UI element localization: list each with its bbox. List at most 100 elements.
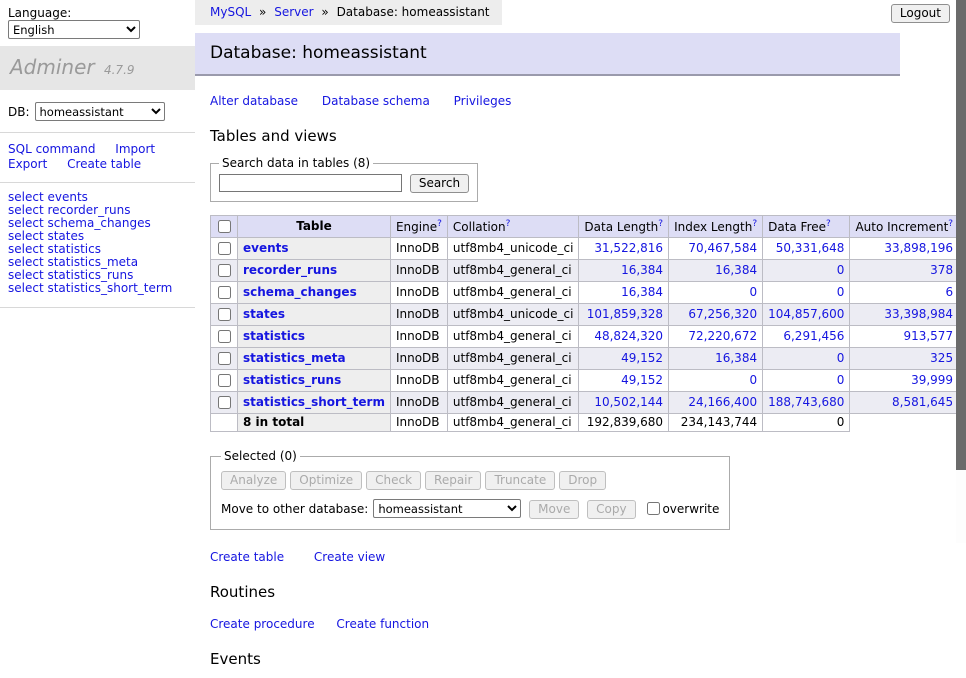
auto-increment-link[interactable]: 33,398,984 [884, 307, 953, 321]
data-free-link[interactable]: 0 [837, 351, 845, 365]
database-schema-link[interactable]: Database schema [322, 94, 430, 108]
auto-increment-link[interactable]: 39,999 [911, 373, 953, 387]
app-logo: Adminer 4.7.9 [0, 46, 195, 90]
alter-database-link[interactable]: Alter database [210, 94, 298, 108]
truncate-button[interactable]: Truncate [485, 471, 555, 490]
data-length-link[interactable]: 49,152 [621, 351, 663, 365]
row-checkbox[interactable] [218, 308, 231, 321]
column-help-link[interactable]: ? [658, 219, 663, 229]
sidebar-table-link[interactable]: select statistics_runs [8, 268, 133, 282]
column-help-link[interactable]: ? [506, 219, 511, 229]
overwrite-checkbox[interactable] [647, 502, 660, 515]
table-name-link[interactable]: statistics_short_term [243, 395, 385, 409]
search-input[interactable] [219, 174, 402, 192]
analyze-button[interactable]: Analyze [221, 471, 286, 490]
repair-button[interactable]: Repair [425, 471, 481, 490]
sidebar-table-link[interactable]: select recorder_runs [8, 203, 131, 217]
index-length-link[interactable]: 16,384 [715, 263, 757, 277]
auto-increment-link[interactable]: 33,898,196 [884, 241, 953, 255]
overwrite-label: overwrite [662, 502, 719, 516]
data-free-link[interactable]: 188,743,680 [768, 395, 844, 409]
drop-button[interactable]: Drop [559, 471, 606, 490]
sidebar-link-export[interactable]: Export [8, 157, 47, 171]
sidebar-table-link[interactable]: select schema_changes [8, 216, 151, 230]
create-table-link[interactable]: Create table [210, 550, 284, 564]
index-length-link[interactable]: 0 [749, 285, 757, 299]
data-free-link[interactable]: 0 [837, 285, 845, 299]
data-length-link[interactable]: 16,384 [621, 285, 663, 299]
search-button[interactable]: Search [410, 174, 469, 193]
auto-increment-link[interactable]: 6 [945, 285, 953, 299]
optimize-button[interactable]: Optimize [290, 471, 362, 490]
row-checkbox[interactable] [218, 374, 231, 387]
table-name-link[interactable]: events [243, 241, 289, 255]
table-name-link[interactable]: statistics [243, 329, 305, 343]
column-help-link[interactable]: ? [948, 219, 953, 229]
sidebar-link-create-table[interactable]: Create table [67, 157, 141, 171]
row-checkbox[interactable] [218, 396, 231, 409]
breadcrumb-current: Database: homeassistant [337, 5, 490, 19]
data-free-link[interactable]: 6,291,456 [783, 329, 844, 343]
sidebar-table-link[interactable]: select statistics_short_term [8, 281, 172, 295]
index-length-cell: 24,166,400 [669, 392, 763, 414]
data-length-link[interactable]: 48,824,320 [594, 329, 663, 343]
copy-button[interactable]: Copy [587, 500, 635, 519]
index-length-link[interactable]: 24,166,400 [688, 395, 757, 409]
index-length-link[interactable]: 67,256,320 [688, 307, 757, 321]
data-free-link[interactable]: 104,857,600 [768, 307, 844, 321]
auto-increment-link[interactable]: 378 [930, 263, 953, 277]
move-button[interactable]: Move [529, 500, 579, 519]
vertical-scrollbar-thumb[interactable] [956, 0, 966, 470]
create-function-link[interactable]: Create function [336, 617, 429, 631]
language-select[interactable]: English [8, 20, 140, 39]
index-length-link[interactable]: 16,384 [715, 351, 757, 365]
breadcrumb-mysql-link[interactable]: MySQL [210, 5, 251, 19]
table-name-link[interactable]: recorder_runs [243, 263, 337, 277]
sidebar-link-sql-command[interactable]: SQL command [8, 142, 95, 156]
data-length-link[interactable]: 31,522,816 [594, 241, 663, 255]
create-procedure-link[interactable]: Create procedure [210, 617, 315, 631]
breadcrumb-server-link[interactable]: Server [274, 5, 313, 19]
row-checkbox[interactable] [218, 286, 231, 299]
data-length-link[interactable]: 16,384 [621, 263, 663, 277]
sidebar-table-link[interactable]: select statistics_meta [8, 255, 138, 269]
sidebar-link-import[interactable]: Import [115, 142, 155, 156]
sidebar-table-link[interactable]: select statistics [8, 242, 101, 256]
vertical-scrollbar-track[interactable] [956, 0, 966, 543]
column-help-link[interactable]: ? [752, 219, 757, 229]
row-checkbox[interactable] [218, 264, 231, 277]
move-database-select[interactable]: homeassistant [373, 499, 521, 518]
column-help: ? [948, 218, 953, 229]
index-length-link[interactable]: 70,467,584 [688, 241, 757, 255]
sidebar-table-link[interactable]: select states [8, 229, 84, 243]
column-help-link[interactable]: ? [826, 219, 831, 229]
table-name-link[interactable]: states [243, 307, 285, 321]
row-checkbox[interactable] [218, 352, 231, 365]
data-length-link[interactable]: 49,152 [621, 373, 663, 387]
app-name[interactable]: Adminer [10, 55, 95, 79]
data-length-link[interactable]: 10,502,144 [594, 395, 663, 409]
table-name-link[interactable]: statistics_meta [243, 351, 346, 365]
db-select[interactable]: homeassistant [35, 102, 165, 121]
data-free-link[interactable]: 50,331,648 [776, 241, 845, 255]
index-length-link[interactable]: 0 [749, 373, 757, 387]
data-free-link[interactable]: 0 [837, 263, 845, 277]
data-free-link[interactable]: 0 [837, 373, 845, 387]
table-name-link[interactable]: statistics_runs [243, 373, 341, 387]
auto-increment-link[interactable]: 8,581,645 [892, 395, 953, 409]
index-length-link[interactable]: 72,220,672 [688, 329, 757, 343]
select-all-checkbox[interactable] [218, 220, 231, 233]
create-view-link[interactable]: Create view [314, 550, 385, 564]
row-checkbox[interactable] [218, 242, 231, 255]
column-help-link[interactable]: ? [437, 219, 442, 229]
table-name-link[interactable]: schema_changes [243, 285, 357, 299]
auto-increment-link[interactable]: 325 [930, 351, 953, 365]
data-free-cell: 104,857,600 [763, 304, 850, 326]
privileges-link[interactable]: Privileges [454, 94, 512, 108]
row-checkbox[interactable] [218, 330, 231, 343]
auto-increment-link[interactable]: 913,577 [903, 329, 953, 343]
check-button[interactable]: Check [366, 471, 421, 490]
data-length-link[interactable]: 101,859,328 [587, 307, 663, 321]
sidebar-table-link[interactable]: select events [8, 190, 88, 204]
logout-button[interactable]: Logout [891, 4, 950, 23]
